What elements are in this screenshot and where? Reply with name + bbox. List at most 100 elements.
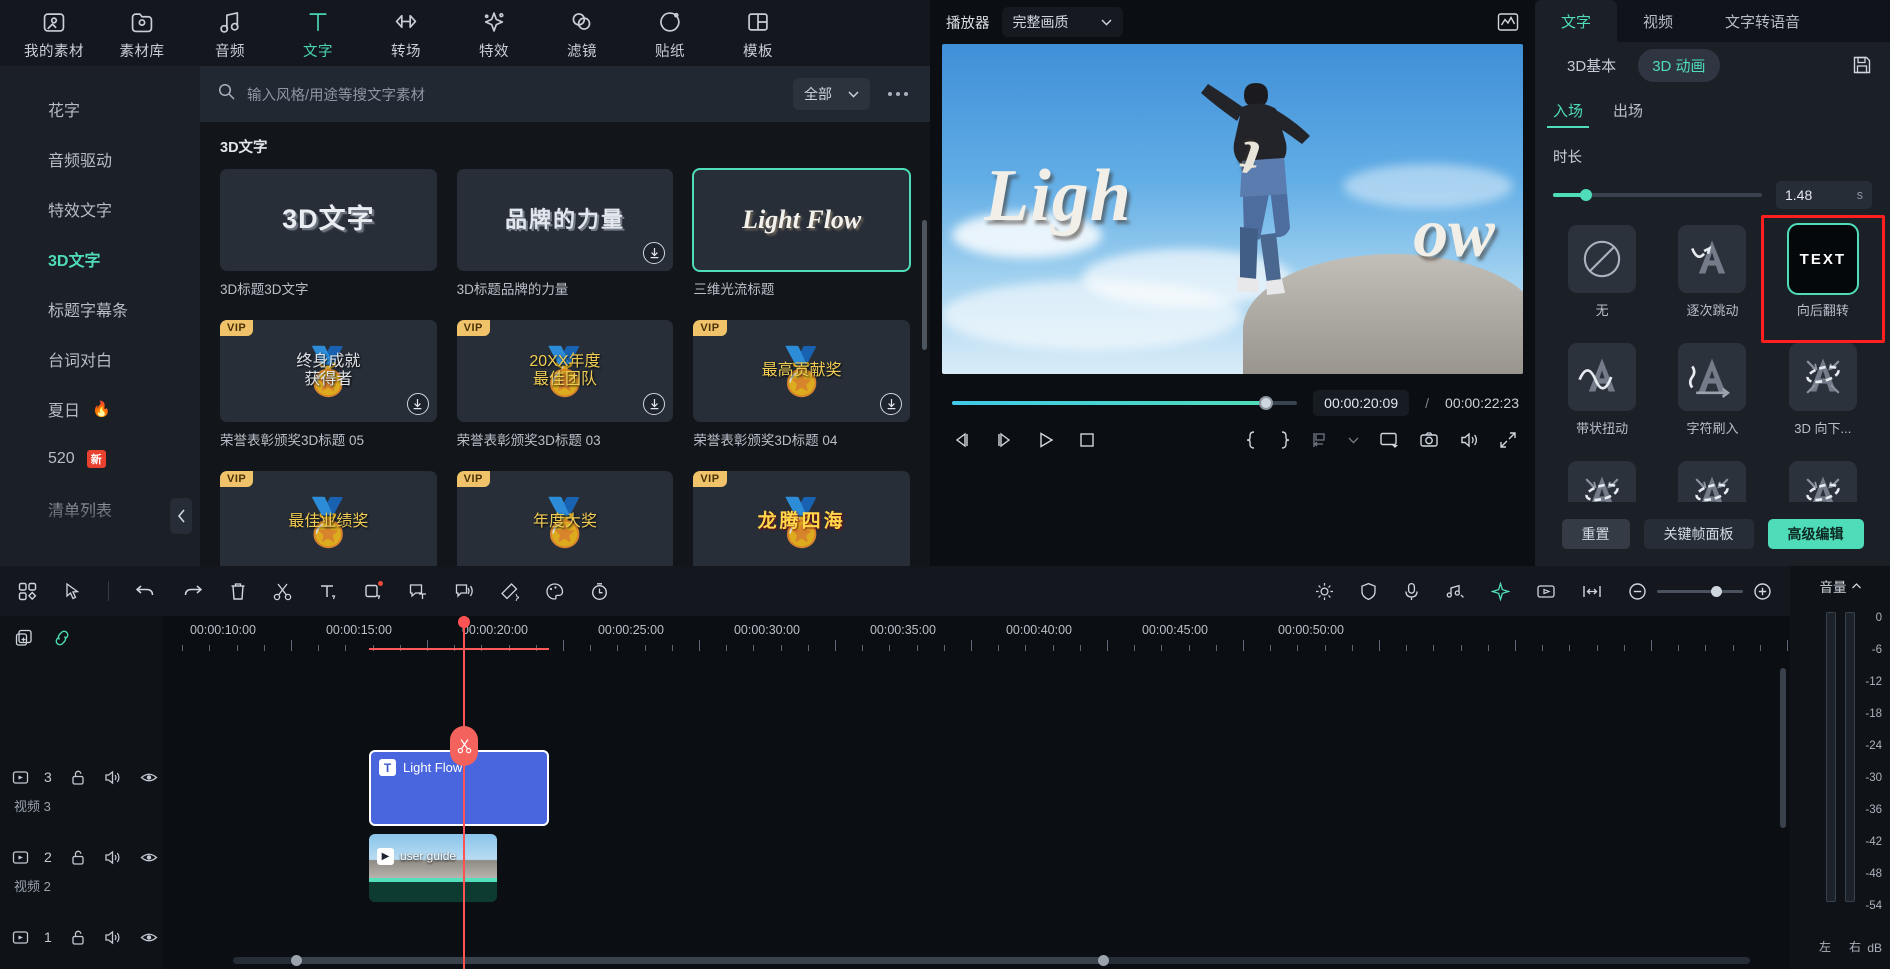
more-options-button[interactable] <box>882 92 914 96</box>
search-input[interactable]: 输入风格/用途等搜文字素材 <box>247 84 781 105</box>
category-item-3[interactable]: 特效文字 <box>0 184 200 234</box>
category-item-1[interactable]: 花字 <box>0 84 200 134</box>
zoom-in-icon[interactable] <box>1753 582 1772 601</box>
mark-out-button[interactable] <box>1278 430 1291 450</box>
track-header-1[interactable]: 3视频 3 <box>0 764 163 815</box>
category-item-4[interactable]: 3D文字 <box>0 234 200 284</box>
animation-subtab-1[interactable]: 入场 <box>1553 88 1583 132</box>
nav-item-5[interactable]: 转场 <box>366 5 446 61</box>
select-tool-button[interactable] <box>63 582 82 601</box>
player-progress-bar[interactable] <box>952 401 1297 405</box>
library-card-8[interactable]: VIP🏅年度大奖荣誉表彰颁奖3D标题 01 <box>457 471 674 566</box>
quality-select[interactable]: 完整画质 <box>1002 7 1123 37</box>
display-settings-button[interactable] <box>1379 431 1399 449</box>
nav-item-9[interactable]: 模板 <box>718 5 798 61</box>
nav-item-8[interactable]: 贴纸 <box>630 5 710 61</box>
filter-select[interactable]: 全部 <box>793 78 870 110</box>
footer-button-1[interactable]: 重置 <box>1562 519 1630 549</box>
mute-icon[interactable] <box>104 849 122 866</box>
fullscreen-button[interactable] <box>1499 431 1517 449</box>
footer-button-2[interactable]: 关键帧面板 <box>1644 519 1754 549</box>
auto-enhance-button[interactable] <box>1315 582 1334 601</box>
play-button[interactable] <box>1036 431 1056 449</box>
crop-button[interactable] <box>363 582 382 601</box>
snapshot-button[interactable] <box>1419 431 1439 449</box>
animation-preset-2[interactable]: 逐次跳动 <box>1657 221 1767 339</box>
animation-preset-8[interactable]: 3D 向下... <box>1657 457 1767 502</box>
animation-preset-1[interactable]: 无 <box>1547 221 1657 339</box>
mute-icon[interactable] <box>104 929 122 946</box>
add-text-button[interactable] <box>318 582 337 601</box>
next-frame-button[interactable] <box>994 431 1014 449</box>
animation-preset-6[interactable]: 3D 向下... <box>1768 339 1878 457</box>
unlock-icon[interactable] <box>70 849 86 866</box>
library-card-1[interactable]: 3D文字3D标题3D文字 <box>220 169 437 298</box>
footer-button-3[interactable]: 高级编辑 <box>1768 519 1864 549</box>
layout-button[interactable] <box>18 582 37 601</box>
volume-button[interactable] <box>1459 431 1479 449</box>
undo-button[interactable] <box>135 582 156 600</box>
duration-value-field[interactable]: 1.48 s <box>1776 181 1872 209</box>
timeline-ruler[interactable]: 00:00:10:0000:00:15:0000:00:20:0000:00:2… <box>163 616 1790 660</box>
split-at-playhead-button[interactable] <box>450 726 478 766</box>
add-marker-button[interactable] <box>1311 431 1328 449</box>
category-item-8[interactable]: 520新 <box>0 434 200 484</box>
fit-timeline-button[interactable] <box>1582 582 1602 601</box>
properties-chip-2[interactable]: 3D 动画 <box>1638 49 1719 82</box>
animation-preset-7[interactable]: 3D 向下... <box>1547 457 1657 502</box>
properties-tab-1[interactable]: 文字 <box>1535 0 1617 42</box>
eye-icon[interactable] <box>140 849 158 866</box>
timeline-canvas[interactable]: 00:00:10:0000:00:15:0000:00:20:0000:00:2… <box>163 616 1790 969</box>
duration-slider[interactable] <box>1553 193 1762 197</box>
playhead[interactable] <box>463 616 465 969</box>
render-preview-button[interactable] <box>1536 582 1556 601</box>
eye-icon[interactable] <box>140 929 158 946</box>
nav-item-3[interactable]: 音频 <box>190 5 270 61</box>
properties-tab-3[interactable]: 文字转语音 <box>1699 0 1826 42</box>
nav-item-6[interactable]: 特效 <box>454 5 534 61</box>
video-preview-canvas[interactable]: Ligh t ow <box>942 44 1523 374</box>
video-clip[interactable]: ▶user guide <box>369 834 497 902</box>
unlock-icon[interactable] <box>70 929 86 946</box>
shield-button[interactable] <box>1360 582 1377 601</box>
mark-in-button[interactable] <box>1245 430 1258 450</box>
library-card-5[interactable]: VIP🏅20XX年度 最佳团队荣誉表彰颁奖3D标题 03 <box>457 320 674 449</box>
properties-chip-1[interactable]: 3D基本 <box>1553 49 1630 82</box>
nav-item-7[interactable]: 滤镜 <box>542 5 622 61</box>
category-item-2[interactable]: 音频驱动 <box>0 134 200 184</box>
timeline-zoom-control[interactable] <box>1628 582 1772 601</box>
nav-item-4[interactable]: 文字 <box>278 5 358 61</box>
volume-meter-title[interactable]: 音量 <box>1820 576 1861 596</box>
category-item-6[interactable]: 台词对白 <box>0 334 200 384</box>
library-card-6[interactable]: VIP🏅最高贡献奖荣誉表彰颁奖3D标题 04 <box>693 320 910 449</box>
library-card-3[interactable]: Light Flow三维光流标题 <box>693 169 910 298</box>
link-toggle-button[interactable] <box>52 628 72 648</box>
animation-preset-9[interactable]: 3D 向下... <box>1768 457 1878 502</box>
speech-to-text-button[interactable] <box>408 582 428 601</box>
text-to-speech-button[interactable] <box>454 582 474 601</box>
category-item-5[interactable]: 标题字幕条 <box>0 284 200 334</box>
timeline-horizontal-scrollbar[interactable] <box>233 957 1750 964</box>
marker-dropdown-button[interactable] <box>1348 437 1359 444</box>
sparkle-button[interactable] <box>1491 582 1510 601</box>
library-scrollbar[interactable] <box>922 184 927 562</box>
stop-button[interactable] <box>1078 431 1096 449</box>
magic-wand-button[interactable] <box>500 582 519 601</box>
category-item-7[interactable]: 夏日🔥 <box>0 384 200 434</box>
nav-item-2[interactable]: 素材库 <box>102 5 182 61</box>
redo-button[interactable] <box>182 582 203 600</box>
collapse-sidebar-button[interactable] <box>170 498 192 534</box>
animation-preset-5[interactable]: 字符刷入 <box>1657 339 1767 457</box>
eye-icon[interactable] <box>140 769 158 786</box>
properties-tab-2[interactable]: 视频 <box>1617 0 1699 42</box>
zoom-out-icon[interactable] <box>1628 582 1647 601</box>
animation-preset-4[interactable]: 带状扭动 <box>1547 339 1657 457</box>
save-preset-icon[interactable] <box>1852 55 1872 75</box>
add-track-button[interactable] <box>14 628 34 648</box>
timeline-vertical-scrollbar[interactable] <box>1780 668 1786 828</box>
track-header-2[interactable]: 2视频 2 <box>0 844 163 895</box>
palette-button[interactable] <box>545 582 564 601</box>
animation-preset-3[interactable]: TEXT向后翻转 <box>1768 221 1878 339</box>
download-icon[interactable] <box>643 242 665 264</box>
library-card-7[interactable]: VIP🏅最佳业绩奖荣誉表彰颁奖3D标题 02 <box>220 471 437 566</box>
